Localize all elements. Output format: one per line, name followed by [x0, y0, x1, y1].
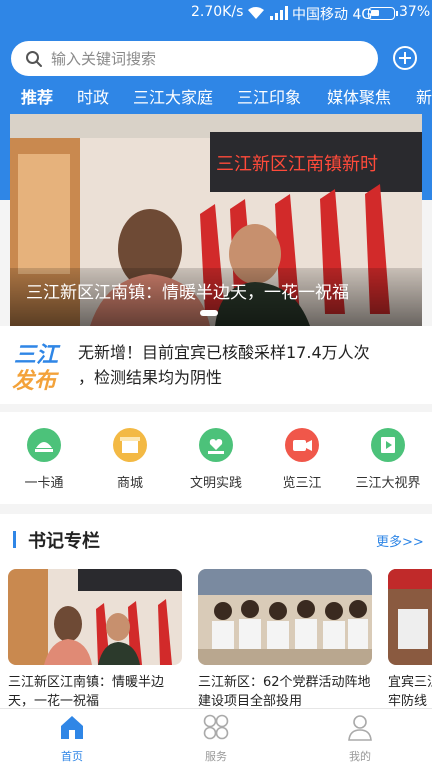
carousel-indicator [200, 310, 218, 316]
network-speed: 2.70K/s [191, 4, 244, 20]
sanjiang-release-logo: 三江 发布 [12, 343, 61, 392]
hero-banner-text: 三江新区江南镇新时 [216, 154, 378, 175]
status-bar: 2.70K/s 中国移动 4G 37% [0, 0, 432, 26]
film-icon [371, 428, 405, 462]
heart-hand-icon [199, 428, 233, 462]
channel-tabs: 推荐 时政 三江大家庭 三江印象 媒体聚焦 新 [0, 80, 432, 112]
tab-new[interactable]: 新 [416, 84, 432, 108]
article-card[interactable]: 宜宾三江新区：压实责任，筑牢防线 [388, 569, 432, 708]
battery-icon [368, 7, 398, 20]
section-title: 书记专栏 [28, 531, 100, 552]
tab-media-focus[interactable]: 媒体聚焦 [327, 84, 391, 108]
article-thumbnail [8, 569, 182, 665]
headline-text: 无新增！目前宜宾已核酸采样17.4万人次 ，检测结果均为阴性 [78, 343, 370, 387]
tab-politics[interactable]: 时政 [77, 84, 109, 108]
add-button[interactable] [393, 46, 417, 70]
tab-sanjiang-impression[interactable]: 三江印象 [237, 84, 301, 108]
secretary-column: 书记专栏 更多>> 三江新区江南镇：情暖半边天，一花一祝福 三江新区：62个党群… [0, 514, 432, 708]
service-civilization-practice[interactable]: 文明实践 [174, 428, 258, 491]
article-thumbnail [198, 569, 372, 665]
wifi-icon [248, 7, 264, 19]
nav-services[interactable]: 服务 [176, 713, 256, 764]
section-accent-bar [13, 531, 16, 548]
home-icon [61, 716, 83, 739]
article-card[interactable]: 三江新区：62个党群活动阵地建设项目全部投用 [198, 569, 374, 708]
nav-home[interactable]: 首页 [32, 713, 112, 764]
search-icon [26, 51, 42, 67]
article-title: 三江新区：62个党群活动阵地建设项目全部投用 [198, 675, 371, 708]
grid-icon [203, 714, 229, 740]
nav-mine[interactable]: 我的 [320, 713, 400, 764]
news-headline[interactable]: 三江 发布 无新增！目前宜宾已核酸采样17.4万人次 ，检测结果均为阴性 [0, 326, 432, 404]
bank-card-icon [27, 428, 61, 462]
video-camera-icon [285, 428, 319, 462]
tab-recommend[interactable]: 推荐 [21, 84, 53, 108]
article-thumbnail [388, 569, 432, 665]
user-icon [348, 715, 372, 741]
article-title: 宜宾三江新区：压实责任，筑牢防线 [388, 675, 432, 708]
service-grid: 一卡通 商城 文明实践 览三江 三江大视界 [0, 412, 432, 504]
service-view-sanjiang[interactable]: 览三江 [260, 428, 344, 491]
bottom-navigation: 首页 服务 我的 [0, 708, 432, 768]
service-mall[interactable]: 商城 [88, 428, 172, 491]
article-card[interactable]: 三江新区江南镇：情暖半边天，一花一祝福 [8, 569, 184, 708]
search-input[interactable] [51, 45, 361, 72]
service-big-vision[interactable]: 三江大视界 [346, 428, 430, 491]
tab-sanjiang-family[interactable]: 三江大家庭 [133, 84, 213, 108]
service-one-card[interactable]: 一卡通 [2, 428, 86, 491]
hero-caption[interactable]: 三江新区江南镇：情暖半边天，一花一祝福 [26, 278, 349, 303]
svg-text:发布: 发布 [12, 368, 59, 392]
svg-text:三江: 三江 [14, 343, 61, 368]
article-title: 三江新区江南镇：情暖半边天，一花一祝福 [8, 675, 165, 708]
hero-carousel[interactable]: 三江新区江南镇新时 三江新区江南镇：情暖半边天，一花一祝福 [10, 114, 422, 326]
more-link[interactable]: 更多>> [376, 531, 424, 550]
signal-icon [270, 6, 288, 20]
shop-icon [113, 428, 147, 462]
battery-percent: 37% [399, 4, 431, 20]
carrier: 中国移动 4G [292, 7, 373, 23]
search-bar[interactable] [11, 41, 378, 76]
